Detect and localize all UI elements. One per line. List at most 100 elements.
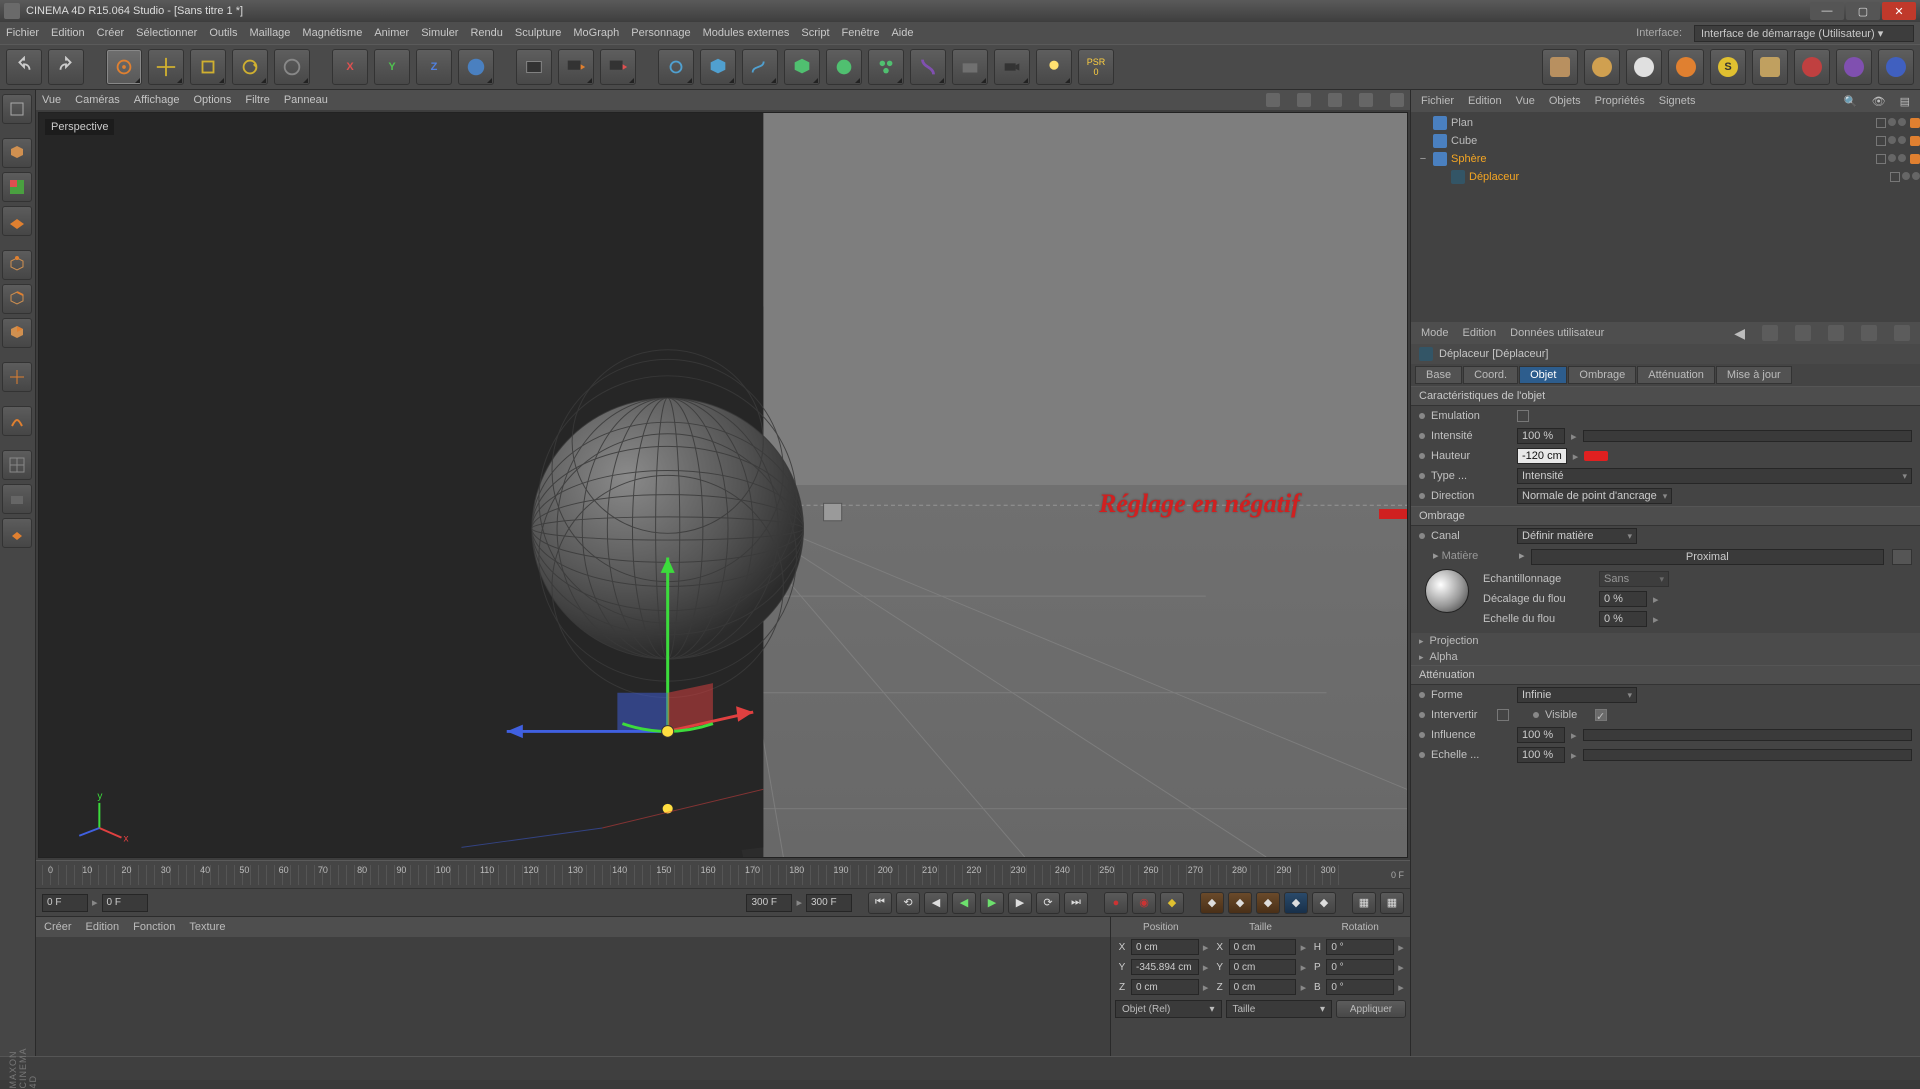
objmgr-menu-item[interactable]: Propriétés <box>1595 95 1645 107</box>
menu-item[interactable]: Simuler <box>421 27 458 39</box>
polygons-mode[interactable] <box>2 318 32 348</box>
coord-input[interactable]: 0 cm <box>1131 979 1199 995</box>
workplane-lock[interactable] <box>2 518 32 548</box>
attrmgr-menu-item[interactable]: Mode <box>1421 327 1449 339</box>
key-pla[interactable]: ◆ <box>1312 892 1336 914</box>
y-axis-lock[interactable]: Y <box>374 49 410 85</box>
add-array[interactable] <box>868 49 904 85</box>
echelle-value[interactable]: 100 % <box>1517 747 1565 763</box>
undo-button[interactable] <box>6 49 42 85</box>
menu-item[interactable]: Edition <box>51 27 85 39</box>
viewport[interactable]: y x Perspective Réglage en négatif <box>38 112 1408 858</box>
minimize-button[interactable]: — <box>1810 2 1844 20</box>
add-primitive[interactable] <box>700 49 736 85</box>
type-dropdown[interactable]: Intensité▾ <box>1517 468 1912 484</box>
attrmgr-menu-item[interactable]: Edition <box>1463 327 1497 339</box>
coord-input[interactable]: 0 ° <box>1326 979 1394 995</box>
intensite-slider[interactable] <box>1583 430 1912 442</box>
add-generator[interactable] <box>784 49 820 85</box>
layout-5[interactable] <box>1752 49 1788 85</box>
add-light[interactable] <box>1036 49 1072 85</box>
menu-item[interactable]: Script <box>801 27 829 39</box>
coord-input[interactable]: 0 cm <box>1131 939 1199 955</box>
coord-input[interactable]: 0 cm <box>1229 979 1297 995</box>
attr-icon[interactable] <box>1828 325 1844 341</box>
layout-8[interactable] <box>1878 49 1914 85</box>
attrmgr-menu-item[interactable]: Données utilisateur <box>1510 327 1604 339</box>
texture-mode[interactable] <box>2 172 32 202</box>
edges-mode[interactable] <box>2 284 32 314</box>
layout-3[interactable] <box>1668 49 1704 85</box>
rotate-tool[interactable] <box>232 49 268 85</box>
recent-tool[interactable] <box>274 49 310 85</box>
direction-dropdown[interactable]: Normale de point d'ancrage▾ <box>1517 488 1672 504</box>
view-menu-item[interactable]: Caméras <box>75 94 120 106</box>
hauteur-value[interactable]: -120 cm <box>1517 448 1567 464</box>
coord-mode-dropdown[interactable]: Objet (Rel)▾ <box>1115 1000 1222 1018</box>
coord-input[interactable]: 0 ° <box>1326 939 1394 955</box>
content-browser[interactable] <box>1542 49 1578 85</box>
layout-6[interactable] <box>1794 49 1830 85</box>
attr-tab[interactable]: Objet <box>1519 366 1567 384</box>
proximal-field[interactable]: Proximal <box>1531 549 1884 565</box>
key-rot[interactable]: ◆ <box>1256 892 1280 914</box>
forme-dropdown[interactable]: Infinie▾ <box>1517 687 1637 703</box>
coord-size-dropdown[interactable]: Taille▾ <box>1226 1000 1333 1018</box>
echelle-slider[interactable] <box>1583 749 1912 761</box>
tree-item[interactable]: Plan <box>1411 114 1920 132</box>
view-menu-item[interactable]: Affichage <box>134 94 180 106</box>
tree-item[interactable]: Cube <box>1411 132 1920 150</box>
menu-item[interactable]: Créer <box>97 27 125 39</box>
objmgr-menu-item[interactable]: Edition <box>1468 95 1502 107</box>
goto-next-key[interactable]: ⟳ <box>1036 892 1060 914</box>
view-nav-icon[interactable] <box>1266 93 1280 107</box>
view-nav-icon[interactable] <box>1297 93 1311 107</box>
attr-icon[interactable] <box>1861 325 1877 341</box>
menu-item[interactable]: Magnétisme <box>302 27 362 39</box>
add-deformer[interactable] <box>910 49 946 85</box>
echflou-value[interactable]: 0 % <box>1599 611 1647 627</box>
attr-tab[interactable]: Atténuation <box>1637 366 1715 384</box>
coord-apply-button[interactable]: Appliquer <box>1336 1000 1406 1018</box>
alpha-expander[interactable]: Alpha <box>1411 649 1920 665</box>
visible-checkbox[interactable]: ✓ <box>1595 709 1607 721</box>
filter-icon[interactable]: ▤ <box>1900 95 1910 108</box>
decflou-value[interactable]: 0 % <box>1599 591 1647 607</box>
psr-toggle[interactable]: PSR0 <box>1078 49 1114 85</box>
material-menu-item[interactable]: Créer <box>44 921 72 933</box>
echantillon-dropdown[interactable]: Sans▾ <box>1599 571 1669 587</box>
shader-browse[interactable] <box>1892 549 1912 565</box>
x-axis-lock[interactable]: X <box>332 49 368 85</box>
view-nav-icon[interactable] <box>1359 93 1373 107</box>
menu-item[interactable]: Sculpture <box>515 27 561 39</box>
menu-item[interactable]: Aide <box>891 27 913 39</box>
menu-item[interactable]: Personnage <box>631 27 690 39</box>
move-tool[interactable] <box>148 49 184 85</box>
play-forward[interactable]: ▶ <box>980 892 1004 914</box>
timeline-options-2[interactable]: ▦ <box>1380 892 1404 914</box>
model-mode[interactable] <box>2 138 32 168</box>
maximize-button[interactable]: ▢ <box>1846 2 1880 20</box>
attr-tab[interactable]: Coord. <box>1463 366 1518 384</box>
coord-input[interactable]: 0 ° <box>1326 959 1394 975</box>
render-view[interactable] <box>516 49 552 85</box>
view-icon[interactable]: 👁 <box>1872 95 1886 108</box>
redo-button[interactable] <box>48 49 84 85</box>
menu-item[interactable]: Maillage <box>249 27 290 39</box>
interface-dropdown[interactable]: Interface de démarrage (Utilisateur) ▾ <box>1694 25 1914 42</box>
menu-item[interactable]: Rendu <box>470 27 502 39</box>
play-backward[interactable]: ◀ <box>952 892 976 914</box>
axis-mode[interactable] <box>2 362 32 392</box>
material-menu-item[interactable]: Fonction <box>133 921 175 933</box>
attr-icon[interactable] <box>1762 325 1778 341</box>
points-mode[interactable] <box>2 250 32 280</box>
z-axis-lock[interactable]: Z <box>416 49 452 85</box>
emulation-checkbox[interactable] <box>1517 410 1529 422</box>
live-select-tool[interactable] <box>106 49 142 85</box>
view-menu-item[interactable]: Vue <box>42 94 61 106</box>
add-subdivision[interactable] <box>826 49 862 85</box>
view-menu-item[interactable]: Filtre <box>245 94 269 106</box>
close-button[interactable]: ✕ <box>1882 2 1916 20</box>
coord-system[interactable] <box>458 49 494 85</box>
nav-back-icon[interactable]: ◀ <box>1734 325 1745 342</box>
